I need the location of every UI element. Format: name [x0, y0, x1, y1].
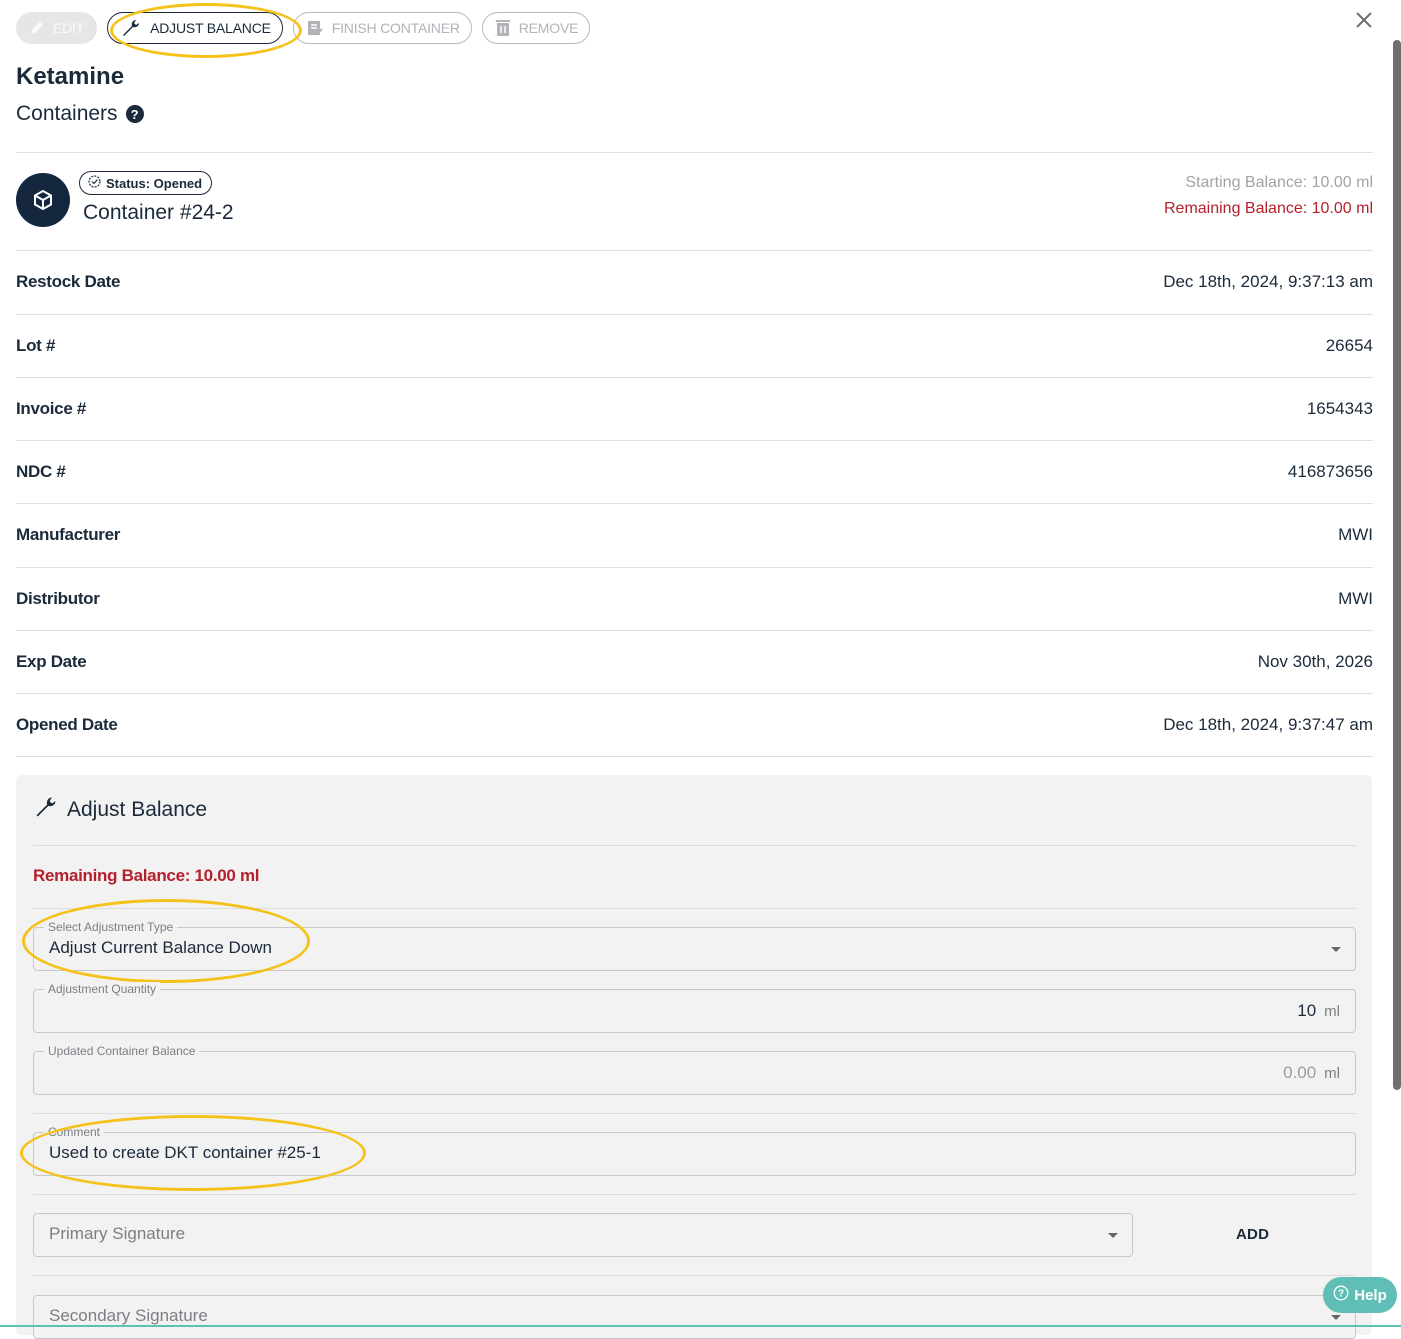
question-icon[interactable]: ? [125, 105, 144, 123]
field-legend: Updated Container Balance [44, 1044, 200, 1058]
divider [33, 1194, 1356, 1195]
pencil-icon [29, 20, 45, 36]
primary-signature-select[interactable]: Primary Signature [33, 1213, 1133, 1257]
svg-text:?: ? [1338, 1289, 1344, 1300]
field-value: 10 [1297, 1001, 1317, 1020]
toolbar: EDIT ADJUST BALANCE FINISH CONTAINER REM… [16, 11, 591, 45]
divider [33, 1113, 1356, 1114]
wrench-icon [33, 795, 59, 825]
detail-row-distributor: Distributor MWI [16, 568, 1373, 630]
field-legend: Adjustment Quantity [44, 982, 161, 996]
field-placeholder: Secondary Signature [49, 1306, 208, 1325]
container-name: Container #24-2 [83, 201, 234, 224]
detail-row-opened-date: Opened Date Dec 18th, 2024, 9:37:47 am [16, 694, 1373, 756]
detail-row-ndc: NDC # 416873656 [16, 441, 1373, 503]
detail-label: Invoice # [16, 399, 87, 418]
detail-label: Lot # [16, 336, 56, 355]
field-legend: Comment [44, 1125, 105, 1139]
close-icon[interactable] [1350, 6, 1378, 34]
adjust-balance-button[interactable]: ADJUST BALANCE [107, 12, 283, 44]
updated-balance-field: Updated Container Balance 0.00 ml [33, 1044, 1356, 1095]
page-subtitle: Containers ? [16, 102, 144, 126]
adjust-balance-label: ADJUST BALANCE [150, 20, 271, 36]
add-signature-button[interactable]: ADD [1236, 1226, 1269, 1243]
footer-line [0, 1325, 1401, 1327]
chevron-down-icon [1331, 1315, 1341, 1320]
detail-label: Manufacturer [16, 525, 121, 544]
detail-value: 1654343 [1306, 399, 1373, 418]
detail-value: Dec 18th, 2024, 9:37:13 am [1163, 272, 1373, 291]
detail-label: Distributor [16, 589, 100, 608]
field-value: Adjust Current Balance Down [49, 938, 273, 957]
detail-label: Restock Date [16, 272, 121, 291]
detail-value: MWI [1338, 525, 1373, 544]
chevron-down-icon [1331, 947, 1341, 952]
panel-title-text: Adjust Balance [67, 798, 208, 821]
field-unit: ml [1324, 1003, 1340, 1020]
divider [16, 756, 1373, 757]
help-label: Help [1354, 1286, 1387, 1304]
status-badge: Status: Opened [79, 171, 213, 195]
box-icon [16, 173, 70, 227]
adjustment-type-select[interactable]: Select Adjustment Type Adjust Current Ba… [33, 920, 1356, 971]
finish-container-button[interactable]: FINISH CONTAINER [292, 12, 472, 44]
adjust-balance-title: Adjust Balance [33, 795, 207, 825]
starting-balance: Starting Balance: 10.00 ml [1185, 174, 1373, 191]
detail-label: NDC # [16, 462, 66, 481]
scrollbar-thumb[interactable] [1393, 40, 1401, 1090]
comment-field[interactable]: Comment Used to create DKT container #25… [33, 1125, 1356, 1176]
field-value: 0.00 [1283, 1063, 1317, 1082]
trash-icon [495, 19, 511, 37]
detail-value: Nov 30th, 2026 [1257, 652, 1373, 671]
remaining-balance: Remaining Balance: 10.00 ml [1163, 200, 1373, 217]
question-icon: ? [1333, 1285, 1349, 1305]
divider [33, 1275, 1356, 1276]
detail-value: 416873656 [1287, 462, 1373, 481]
field-value-group: 0.00 ml [1283, 1063, 1340, 1083]
chevron-down-icon [1108, 1233, 1118, 1238]
detail-row-lot: Lot # 26654 [16, 315, 1373, 377]
detail-row-restock-date: Restock Date Dec 18th, 2024, 9:37:13 am [16, 251, 1373, 313]
finish-icon [306, 19, 324, 37]
page-title: Ketamine [16, 63, 125, 90]
field-unit: ml [1324, 1065, 1340, 1082]
clock-icon [88, 175, 101, 191]
remove-button[interactable]: REMOVE [481, 12, 591, 44]
edit-label: EDIT [53, 20, 85, 36]
finish-container-label: FINISH CONTAINER [331, 20, 460, 36]
detail-value: 26654 [1325, 336, 1373, 355]
detail-row-exp-date: Exp Date Nov 30th, 2026 [16, 631, 1373, 693]
detail-value: MWI [1338, 589, 1373, 608]
field-placeholder: Primary Signature [49, 1224, 186, 1243]
field-value: Used to create DKT container #25-1 [49, 1143, 321, 1162]
detail-row-invoice: Invoice # 1654343 [16, 378, 1373, 440]
detail-label: Opened Date [16, 715, 118, 734]
field-value-group: 10 ml [1297, 1001, 1340, 1021]
detail-label: Exp Date [16, 652, 87, 671]
field-legend: Select Adjustment Type [44, 920, 178, 934]
detail-value: Dec 18th, 2024, 9:37:47 am [1163, 715, 1373, 734]
secondary-signature-select[interactable]: Secondary Signature [33, 1295, 1356, 1339]
divider [16, 152, 1373, 153]
panel-remaining-balance: Remaining Balance: 10.00 ml [33, 866, 260, 885]
divider [33, 845, 1356, 846]
divider [33, 908, 1356, 909]
remove-label: REMOVE [518, 20, 579, 36]
wrench-icon [120, 18, 142, 38]
status-text: Status: Opened [106, 175, 203, 191]
help-button[interactable]: ? Help [1323, 1277, 1397, 1313]
adjustment-quantity-field[interactable]: Adjustment Quantity 10 ml [33, 982, 1356, 1033]
edit-button[interactable]: EDIT [16, 12, 98, 44]
subtitle-text: Containers [16, 102, 118, 125]
detail-row-manufacturer: Manufacturer MWI [16, 504, 1373, 566]
